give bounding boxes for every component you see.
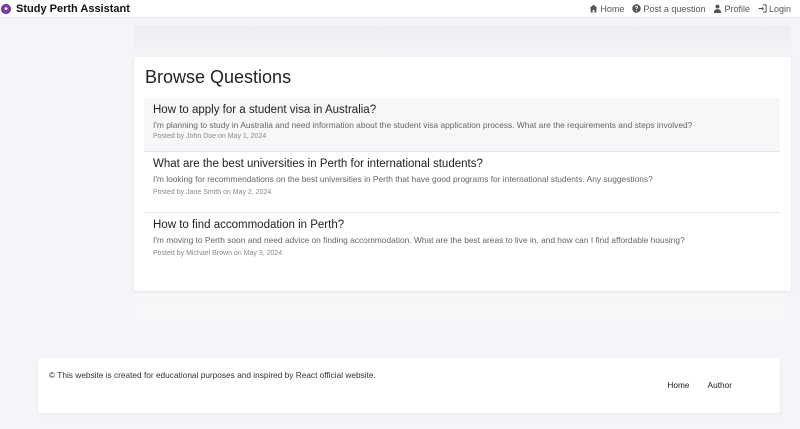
brand-name: Study Perth Assistant xyxy=(16,2,130,15)
question-item[interactable]: How to apply for a student visa in Austr… xyxy=(144,98,780,152)
footer: © This website is created for educationa… xyxy=(38,358,780,413)
page-title: Browse Questions xyxy=(145,67,292,87)
question-item[interactable]: What are the best universities in Perth … xyxy=(144,152,780,213)
footer-home-link[interactable]: Home xyxy=(667,380,689,390)
question-title[interactable]: How to find accommodation in Perth? xyxy=(153,218,780,232)
question-body: I'm looking for recommendations on the b… xyxy=(153,174,653,184)
nav-profile-label: Profile xyxy=(724,3,750,14)
nav-home-link[interactable]: Home xyxy=(589,4,624,14)
question-item[interactable]: How to find accommodation in Perth? I'm … xyxy=(144,213,780,274)
question-meta: Posted by Jane Smith on May 2, 2024 xyxy=(153,189,272,196)
nav-post-question-label: Post a question xyxy=(643,3,706,14)
question-body: I'm moving to Perth soon and need advice… xyxy=(153,235,685,245)
nav-post-question-link[interactable]: Post a question xyxy=(632,4,705,14)
footer-links: Home Author xyxy=(667,380,732,390)
top-navbar: Study Perth Assistant Home Post a questi… xyxy=(0,0,800,18)
question-circle-icon xyxy=(632,4,642,13)
brand-logo-icon xyxy=(1,3,11,14)
nav-login-link[interactable]: Login xyxy=(758,4,791,14)
user-icon xyxy=(714,4,722,13)
nav-profile-link[interactable]: Profile xyxy=(713,4,750,14)
nav-links: Home Post a question Profile Login xyxy=(589,4,800,14)
nav-login-label: Login xyxy=(768,3,791,14)
nav-home-label: Home xyxy=(600,3,625,14)
question-body: I'm planning to study in Australia and n… xyxy=(153,120,693,130)
questions-list: How to apply for a student visa in Austr… xyxy=(144,98,780,274)
question-title[interactable]: What are the best universities in Perth … xyxy=(153,157,780,171)
login-icon xyxy=(758,4,767,13)
footer-author-link[interactable]: Author xyxy=(708,380,732,390)
brand[interactable]: Study Perth Assistant xyxy=(0,3,130,15)
question-meta: Posted by Michael Brown on May 3, 2024 xyxy=(153,250,283,257)
home-icon xyxy=(589,4,598,13)
questions-card: Browse Questions How to apply for a stud… xyxy=(134,57,791,291)
question-title[interactable]: How to apply for a student visa in Austr… xyxy=(153,103,780,117)
question-meta: Posted by John Doe on May 1, 2024 xyxy=(153,133,267,140)
footer-text: © This website is created for educationa… xyxy=(49,370,376,380)
